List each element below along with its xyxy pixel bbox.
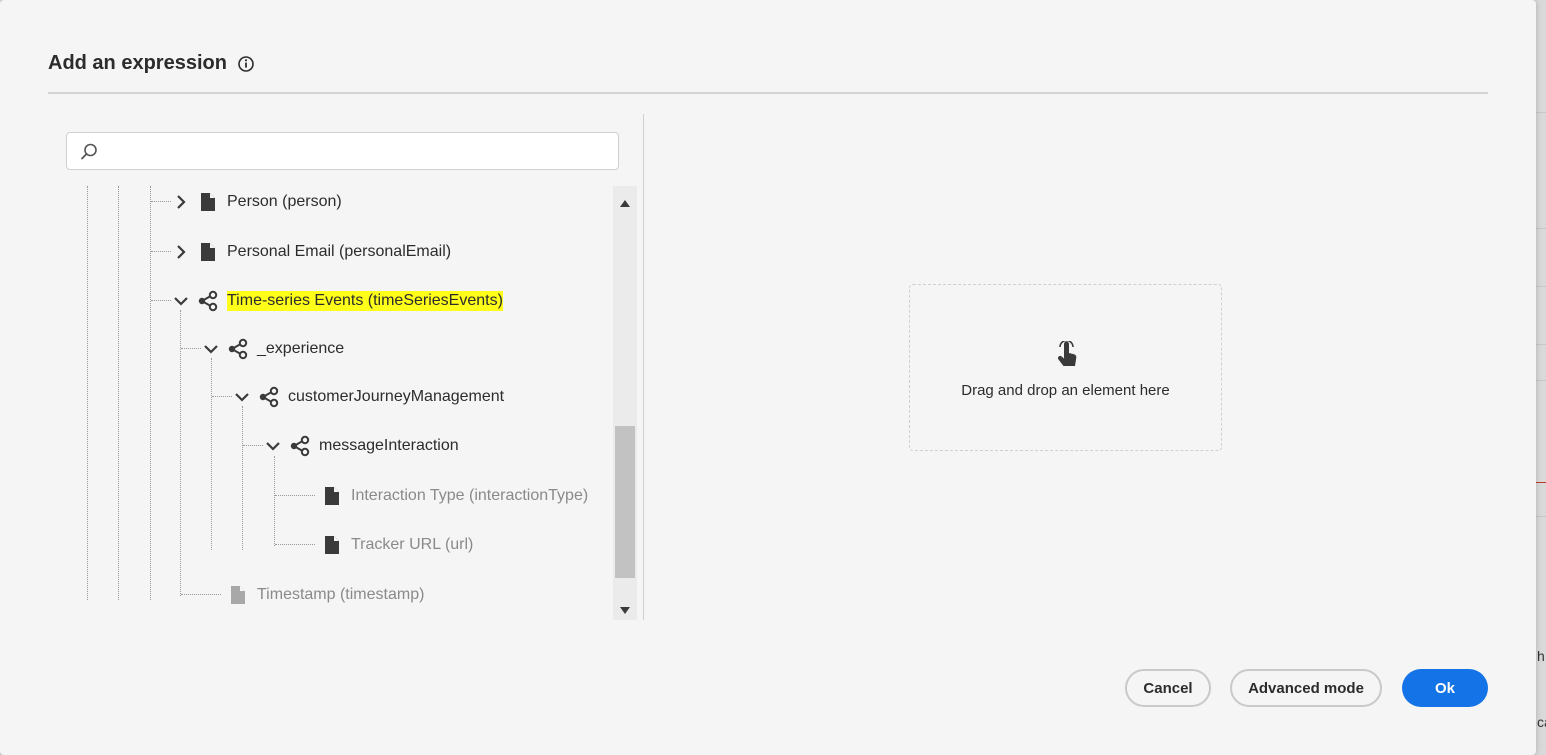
- chevron-down-icon[interactable]: [171, 291, 191, 311]
- tree-item-label: customerJourneyManagement: [288, 388, 505, 405]
- tree-item-tracker-url[interactable]: Tracker URL (url): [321, 532, 473, 558]
- tree-guide-line: [150, 186, 151, 600]
- tree-item-label: Interaction Type (interactionType): [351, 487, 589, 504]
- file-icon: [227, 584, 249, 606]
- tree-connector: [243, 445, 263, 446]
- share-node-icon: [197, 290, 219, 312]
- tree-item-interaction-type[interactable]: Interaction Type (interactionType): [321, 483, 588, 509]
- tree-item-label-highlighted: Time-series Events (timeSeriesEvents): [227, 291, 503, 311]
- share-node-icon: [258, 386, 280, 408]
- tree-connector: [275, 495, 315, 496]
- touch-hand-icon: [1054, 339, 1080, 369]
- tree-item-label: Timestamp (timestamp): [257, 586, 425, 603]
- chevron-right-icon[interactable]: [171, 242, 191, 262]
- backdrop-divider: [1536, 516, 1546, 517]
- tree-guide-line: [118, 186, 119, 600]
- file-icon: [321, 485, 343, 507]
- tree-connector: [212, 396, 232, 397]
- backdrop-divider: [1536, 112, 1546, 113]
- backdrop-error-line: [1536, 482, 1546, 483]
- tree-guide-line: [87, 186, 88, 600]
- dialog-title: Add an expression: [48, 52, 255, 75]
- share-node-icon: [289, 435, 311, 457]
- tree-item-person[interactable]: Person (person): [171, 189, 342, 215]
- file-icon: [197, 241, 219, 263]
- panel-separator: [643, 114, 644, 620]
- tree-connector: [151, 201, 171, 202]
- tree-scrollbar[interactable]: [613, 186, 637, 620]
- drop-zone-text: Drag and drop an element here: [961, 382, 1170, 399]
- tree-item-label: Person (person): [227, 193, 342, 210]
- tree-connector: [181, 594, 221, 595]
- add-expression-dialog: Add an expression Person (person) Person…: [0, 0, 1536, 755]
- tree-item-label: _experience: [257, 340, 345, 357]
- chevron-right-icon[interactable]: [171, 192, 191, 212]
- chevron-down-icon[interactable]: [232, 387, 252, 407]
- backdrop-divider: [1536, 228, 1546, 229]
- file-icon: [197, 191, 219, 213]
- backdrop-divider: [1536, 286, 1546, 287]
- tree-guide-line: [211, 358, 212, 550]
- ok-button[interactable]: Ok: [1402, 669, 1488, 707]
- tree-item-message-interaction[interactable]: messageInteraction: [263, 433, 459, 459]
- chevron-down-icon[interactable]: [201, 339, 221, 359]
- chevron-down-icon[interactable]: [263, 436, 283, 456]
- backdrop-text: h: [1537, 648, 1545, 664]
- scrollbar-thumb[interactable]: [615, 426, 635, 578]
- tree-guide-line: [274, 456, 275, 546]
- tree-connector: [151, 251, 171, 252]
- tree-guide-line: [180, 310, 181, 596]
- search-field[interactable]: [66, 132, 619, 170]
- tree-item-label: Personal Email (personalEmail): [227, 243, 452, 260]
- dialog-title-text: Add an expression: [48, 52, 227, 74]
- file-icon: [321, 534, 343, 556]
- title-divider: [48, 92, 1488, 94]
- share-node-icon: [227, 338, 249, 360]
- cancel-button[interactable]: Cancel: [1125, 669, 1211, 707]
- tree-item-timestamp[interactable]: Timestamp (timestamp): [227, 582, 424, 608]
- tree-item-label: messageInteraction: [319, 437, 459, 454]
- tree-connector: [275, 544, 315, 545]
- tree-connector: [181, 348, 201, 349]
- tree-item-time-series-events[interactable]: Time-series Events (timeSeriesEvents): [171, 288, 503, 314]
- scroll-up-arrow-icon[interactable]: [619, 196, 631, 207]
- backdrop-divider: [1536, 344, 1546, 345]
- tree-item-customer-journey-management[interactable]: customerJourneyManagement: [232, 384, 504, 410]
- schema-tree: Person (person) Personal Email (personal…: [66, 186, 613, 620]
- advanced-mode-button[interactable]: Advanced mode: [1230, 669, 1382, 707]
- search-icon: [79, 142, 99, 162]
- backdrop-divider: [1536, 380, 1546, 381]
- info-icon[interactable]: [237, 55, 255, 73]
- search-input[interactable]: [107, 137, 607, 165]
- tree-item-experience[interactable]: _experience: [201, 336, 344, 362]
- tree-guide-line: [242, 406, 243, 550]
- backdrop-text: ca: [1537, 714, 1546, 730]
- expression-drop-zone[interactable]: Drag and drop an element here: [909, 284, 1222, 451]
- tree-item-label: Tracker URL (url): [351, 536, 474, 553]
- tree-item-personal-email[interactable]: Personal Email (personalEmail): [171, 239, 451, 265]
- scroll-down-arrow-icon[interactable]: [619, 602, 631, 614]
- tree-connector: [151, 300, 171, 301]
